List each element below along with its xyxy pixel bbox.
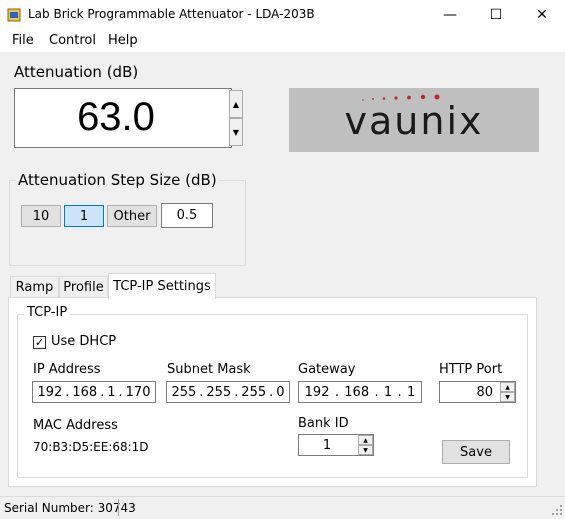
minimize-icon: — — [443, 7, 457, 23]
bank-id-up-button[interactable]: ▲ — [358, 435, 373, 445]
maximize-button[interactable]: ☐ — [473, 0, 519, 30]
bank-id-label: Bank ID — [298, 416, 349, 431]
gateway-field[interactable]: 192. 168. 1. 1 — [298, 381, 422, 403]
http-port-up-button[interactable]: ▲ — [500, 382, 515, 392]
subnet-octet-1: 255 — [171, 384, 197, 400]
http-port-down-button[interactable]: ▼ — [500, 392, 515, 402]
minimize-button[interactable]: — — [427, 0, 473, 30]
ip-octet-1: 192 — [37, 384, 63, 400]
http-port-label: HTTP Port — [439, 362, 503, 377]
mac-address-label: MAC Address — [33, 418, 118, 433]
tab-profile[interactable]: Profile — [59, 276, 108, 298]
ip-octet-3: 1 — [107, 384, 116, 400]
gateway-octet-4: 1 — [406, 384, 416, 400]
ip-address-field[interactable]: 192. 168. 1. 170 — [32, 381, 156, 403]
bank-id-down-button[interactable]: ▼ — [358, 445, 373, 455]
menu-control[interactable]: Control — [49, 33, 96, 48]
step-size-label: Attenuation Step Size (dB) — [16, 171, 219, 189]
attenuation-label: Attenuation (dB) — [14, 63, 139, 81]
gateway-octet-1: 192 — [304, 384, 330, 400]
maximize-icon: ☐ — [489, 7, 503, 23]
tcp-ip-group-label: TCP-IP — [24, 305, 71, 320]
serial-number: Serial Number: 30743 — [4, 501, 136, 515]
close-icon: ✕ — [536, 7, 548, 23]
menu-help[interactable]: Help — [108, 33, 138, 48]
vaunix-logo: vaunix — [289, 88, 539, 152]
vaunix-logo-graphic: vaunix — [345, 94, 484, 143]
use-dhcp-label: Use DHCP — [51, 334, 117, 349]
save-button[interactable]: Save — [442, 440, 510, 464]
attenuation-up-button[interactable]: ▲ — [229, 90, 243, 118]
subnet-mask-field[interactable]: 255. 255. 255. 0 — [166, 381, 290, 403]
close-button[interactable]: ✕ — [519, 0, 565, 30]
ip-octet-4: 170 — [125, 384, 151, 400]
step-other-input[interactable]: 0.5 — [161, 203, 213, 228]
use-dhcp-checkbox[interactable]: ✓ — [33, 336, 46, 349]
tab-tcp-ip-settings[interactable]: TCP-IP Settings — [108, 273, 216, 299]
attenuation-down-button[interactable]: ▼ — [229, 118, 243, 146]
arrow-down-icon: ▼ — [232, 127, 240, 137]
subnet-octet-2: 255 — [206, 384, 232, 400]
step-10-button[interactable]: 10 — [21, 205, 61, 227]
resize-grip-icon[interactable] — [551, 504, 563, 516]
mac-address-value: 70:B3:D5:EE:68:1D — [33, 440, 149, 454]
app-icon — [7, 8, 21, 22]
arrow-up-icon: ▲ — [505, 383, 510, 391]
window-title: Lab Brick Programmable Attenuator - LDA-… — [28, 7, 315, 21]
arrow-down-icon: ▼ — [505, 393, 510, 401]
arrow-down-icon: ▼ — [363, 446, 368, 454]
gateway-octet-3: 1 — [383, 384, 393, 400]
subnet-mask-label: Subnet Mask — [167, 362, 251, 377]
step-other-button[interactable]: Other — [107, 205, 157, 227]
attenuation-value: 63.0 — [77, 94, 155, 139]
checkmark-icon: ✓ — [34, 336, 45, 349]
gateway-label: Gateway — [298, 362, 356, 377]
gateway-octet-2: 168 — [344, 384, 370, 400]
arrow-up-icon: ▲ — [363, 436, 368, 444]
ip-address-label: IP Address — [33, 362, 101, 377]
tab-ramp[interactable]: Ramp — [10, 276, 59, 298]
status-divider — [118, 499, 119, 516]
subnet-octet-4: 0 — [276, 384, 285, 400]
subnet-octet-3: 255 — [241, 384, 267, 400]
arrow-up-icon: ▲ — [232, 99, 240, 109]
ip-octet-2: 168 — [72, 384, 98, 400]
step-1-button[interactable]: 1 — [64, 205, 104, 227]
menu-file[interactable]: File — [12, 33, 34, 48]
logo-text: vaunix — [345, 99, 484, 143]
